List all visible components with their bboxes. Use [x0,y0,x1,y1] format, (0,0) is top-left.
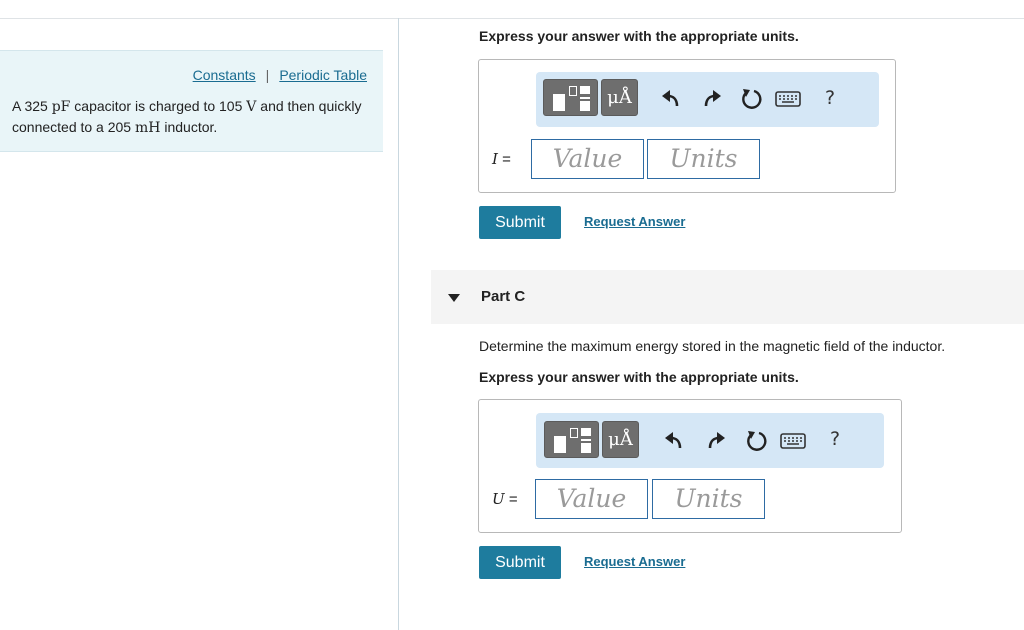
resource-links: Constants | Periodic Table [193,67,367,83]
unit-picofarad: pF [51,99,71,115]
equals-sign: = [497,151,511,168]
equals-sign: = [504,491,518,508]
template-numerator-icon [581,428,591,436]
links-separator: | [265,67,270,83]
unit-volt: V [246,99,257,115]
variable-symbol: U [492,490,505,508]
problem-text-2: capacitor is charged to 105 [70,98,247,114]
problem-text-4: inductor. [160,119,218,135]
template-denominator-icon [580,101,590,111]
redo-icon[interactable] [698,86,724,112]
part-c-question: Determine the maximum energy stored in t… [479,338,946,354]
help-icon[interactable]: ? [830,428,840,450]
units-button[interactable]: μÅ [601,79,638,116]
part-c-answer-box: μÅ ? U = Value Units [478,399,902,533]
part-b-instruction: Express your answer with the appropriate… [479,28,799,44]
value-input[interactable]: Value [535,479,648,519]
part-b-variable-label: I = [492,150,511,168]
part-b-request-answer-link[interactable]: Request Answer [584,214,685,229]
redo-icon[interactable] [702,428,728,454]
value-input[interactable]: Value [531,139,644,179]
help-icon[interactable]: ? [825,87,835,109]
undo-icon[interactable] [659,86,685,112]
part-b-submit-button[interactable]: Submit [479,206,561,239]
template-fraction-bar-icon [580,97,590,99]
part-c-instruction: Express your answer with the appropriate… [479,369,799,385]
part-c-title[interactable]: Part C [481,288,525,305]
unit-millihenry: mH [135,120,161,136]
template-fraction-bar-icon [581,439,591,441]
template-block-icon [554,436,566,453]
part-b-answer-box: μÅ ? I = Value Units [478,59,896,193]
problem-text-1: A 325 [12,98,52,114]
template-block-icon [553,94,565,111]
part-c-header[interactable]: Part C [431,270,1024,324]
template-numerator-icon [580,86,590,94]
units-input[interactable]: Units [647,139,760,179]
problem-panel: Constants | Periodic Table A 325 pF capaci… [0,50,383,152]
units-button[interactable]: μÅ [602,421,639,458]
templates-button[interactable] [543,79,598,116]
part-c-math-toolbar: μÅ ? [536,413,884,468]
template-box-icon [569,86,577,96]
undo-icon[interactable] [662,428,688,454]
units-input[interactable]: Units [652,479,765,519]
top-divider [0,18,1024,19]
column-divider [398,18,399,630]
part-c-variable-label: U = [492,490,518,508]
part-c-submit-button[interactable]: Submit [479,546,561,579]
template-denominator-icon [581,443,591,453]
part-b-math-toolbar: μÅ ? [536,72,879,127]
reset-icon[interactable] [738,86,764,112]
reset-icon[interactable] [743,428,769,454]
constants-link[interactable]: Constants [193,67,256,83]
periodic-table-link[interactable]: Periodic Table [279,67,367,83]
templates-button[interactable] [544,421,599,458]
keyboard-icon[interactable] [774,86,802,112]
keyboard-icon[interactable] [779,428,807,454]
problem-statement: A 325 pF capacitor is charged to 105 V a… [12,96,372,138]
template-box-icon [570,428,578,438]
part-c-request-answer-link[interactable]: Request Answer [584,554,685,569]
collapse-triangle-icon[interactable] [448,294,460,302]
